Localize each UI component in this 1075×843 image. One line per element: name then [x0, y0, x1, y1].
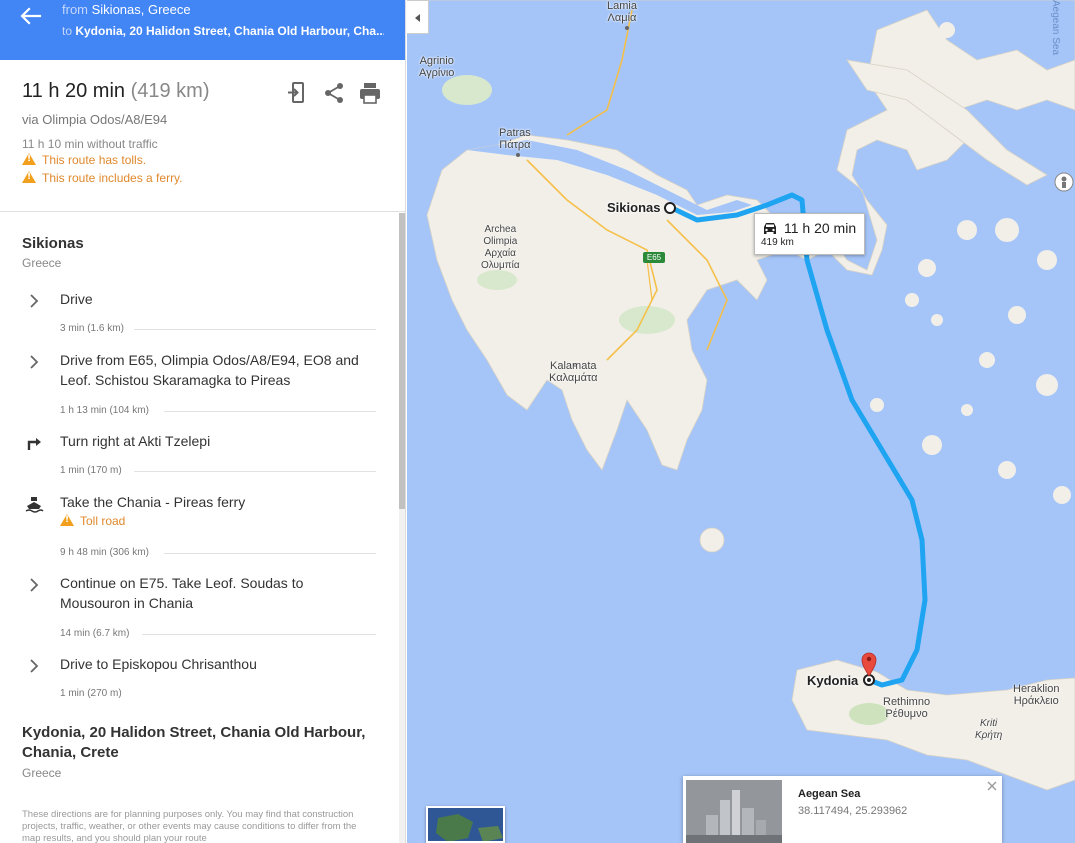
toll-road-text: Toll road	[80, 514, 126, 528]
share-button[interactable]	[321, 80, 347, 106]
origin-marker	[664, 202, 676, 214]
disclaimer-text: These directions are for planning purpos…	[22, 809, 357, 843]
step-meta: 1 min (270 m)	[60, 688, 122, 699]
route-via: via Olimpia Odos/A8/E94	[22, 112, 168, 127]
send-to-device-icon	[288, 82, 304, 103]
print-button[interactable]	[357, 80, 383, 106]
tolls-warning: This route has tolls.	[22, 153, 146, 167]
step-divider	[142, 634, 376, 635]
step-divider	[134, 329, 376, 330]
directions-header: from Sikionas, Greece to Kydonia, 20 Hal…	[0, 0, 405, 60]
label-sikionas: Sikionas	[607, 200, 661, 215]
callout-distance: 419 km	[761, 237, 794, 248]
back-button[interactable]	[14, 2, 46, 30]
label-lamia: Lamia Λαμία	[607, 0, 637, 24]
to-prefix: to	[62, 24, 76, 38]
scroll-thumb[interactable]	[399, 213, 405, 509]
label-kriti: Kriti Κρήτη	[975, 718, 1003, 741]
toll-road-warning: Toll road	[60, 514, 125, 528]
e65-road-label: E65	[646, 253, 662, 262]
place-info-card[interactable]: Aegean Sea 38.117494, 25.293962	[683, 776, 1002, 843]
arrow-back-icon	[20, 7, 42, 25]
step-divider	[164, 411, 376, 412]
place-thumbnail[interactable]	[686, 780, 782, 843]
label-patras: Patras Πάτρα	[499, 127, 531, 151]
ferry-icon	[24, 494, 44, 514]
step-text: Take the Chania - Pireas ferry	[60, 494, 246, 510]
step-divider	[134, 471, 376, 472]
label-aegean-sea: Aegean Sea	[1050, 0, 1061, 56]
label-agrinio: Agrinio Αγρίνιο	[419, 55, 455, 79]
label-olimpia: Archea Olimpia Αρχαία Ολυμπία	[481, 224, 520, 271]
to-place: Kydonia, 20 Halidon Street, Chania Old H…	[75, 24, 384, 38]
place-photo-icon	[686, 780, 782, 843]
chevron-right-icon	[24, 352, 44, 372]
label-kalamata: Kalamata Καλαμάτα	[549, 360, 598, 384]
duration-value: 11 h 20 min	[22, 80, 126, 102]
step-meta: 9 h 48 min (306 km)	[60, 547, 149, 558]
step-text: Turn right at Akti Tzelepi	[60, 433, 211, 449]
route-callout[interactable]: 11 h 20 min 419 km	[754, 213, 865, 255]
steps-scrollbar[interactable]	[399, 213, 405, 843]
collapse-panel-button[interactable]	[407, 0, 429, 34]
destination-country: Greece	[22, 766, 62, 780]
no-traffic-time: 11 h 10 min without traffic	[22, 137, 158, 151]
step-meta: 3 min (1.6 km)	[60, 323, 124, 334]
place-title: Aegean Sea	[798, 788, 861, 800]
step-text: Drive	[60, 291, 93, 307]
route-duration: 11 h 20 min (419 km)	[22, 80, 210, 103]
distance-value: (419 km)	[130, 80, 210, 102]
label-rethimno: Rethimno Ρέθυμνο	[883, 696, 931, 720]
route-summary: 11 h 20 min (419 km) via Olimpia Odos/A8…	[0, 60, 405, 212]
place-coordinates: 38.117494, 25.293962	[798, 805, 908, 817]
from-prefix: from	[62, 2, 92, 17]
directions-steps: Sikionas Greece Drive 3 min (1.6 km) Dri…	[0, 213, 398, 843]
to-location[interactable]: to Kydonia, 20 Halidon Street, Chania Ol…	[62, 24, 384, 38]
car-icon	[764, 223, 776, 234]
chevron-right-icon	[24, 656, 44, 676]
step-text: Continue on E75. Take Leof. Soudas to Mo…	[60, 575, 304, 611]
close-button[interactable]	[985, 779, 999, 793]
tolls-warning-text: This route has tolls.	[42, 153, 147, 167]
step-meta: 1 min (170 m)	[60, 465, 122, 476]
satellite-toggle[interactable]	[426, 806, 505, 843]
origin-name: Sikionas	[22, 235, 84, 252]
send-to-device-button[interactable]	[284, 80, 310, 106]
print-icon	[360, 83, 380, 104]
pegman-button[interactable]	[1054, 172, 1074, 192]
share-icon	[325, 83, 343, 103]
destination-name: Kydonia, 20 Halidon Street, Chania Old H…	[22, 724, 366, 761]
from-location[interactable]: from Sikionas, Greece	[62, 2, 191, 17]
step-meta: 1 h 13 min (104 km)	[60, 405, 149, 416]
turn-right-icon	[24, 433, 44, 453]
ferry-warning: This route includes a ferry.	[22, 171, 183, 185]
close-icon	[987, 781, 997, 791]
satellite-thumbnail-icon	[428, 808, 503, 841]
label-heraklion: Heraklion Ηράκλειο	[1013, 683, 1060, 707]
chevron-right-icon	[24, 575, 44, 595]
map-view[interactable]: Lamia Λαμία Agrinio Αγρίνιο Patras Πάτρα Ar…	[407, 0, 1075, 843]
ferry-warning-text: This route includes a ferry.	[42, 171, 183, 185]
origin-country: Greece	[22, 256, 62, 270]
warning-icon	[60, 514, 74, 526]
from-place: Sikionas, Greece	[91, 2, 191, 17]
step-divider	[164, 553, 376, 554]
warning-icon	[22, 171, 36, 183]
pegman-icon	[1054, 172, 1074, 192]
triangle-left-icon	[415, 14, 420, 22]
chevron-right-icon	[24, 291, 44, 311]
step-text: Drive from E65, Olimpia Odos/A8/E94, EO8…	[60, 352, 359, 388]
warning-icon	[22, 153, 36, 165]
step-text: Drive to Episkopou Chrisanthou	[60, 656, 257, 672]
label-kydonia: Kydonia	[807, 673, 859, 688]
step-meta: 14 min (6.7 km)	[60, 628, 130, 639]
callout-time: 11 h 20 min	[784, 220, 857, 236]
directions-panel: from Sikionas, Greece to Kydonia, 20 Hal…	[0, 0, 406, 843]
